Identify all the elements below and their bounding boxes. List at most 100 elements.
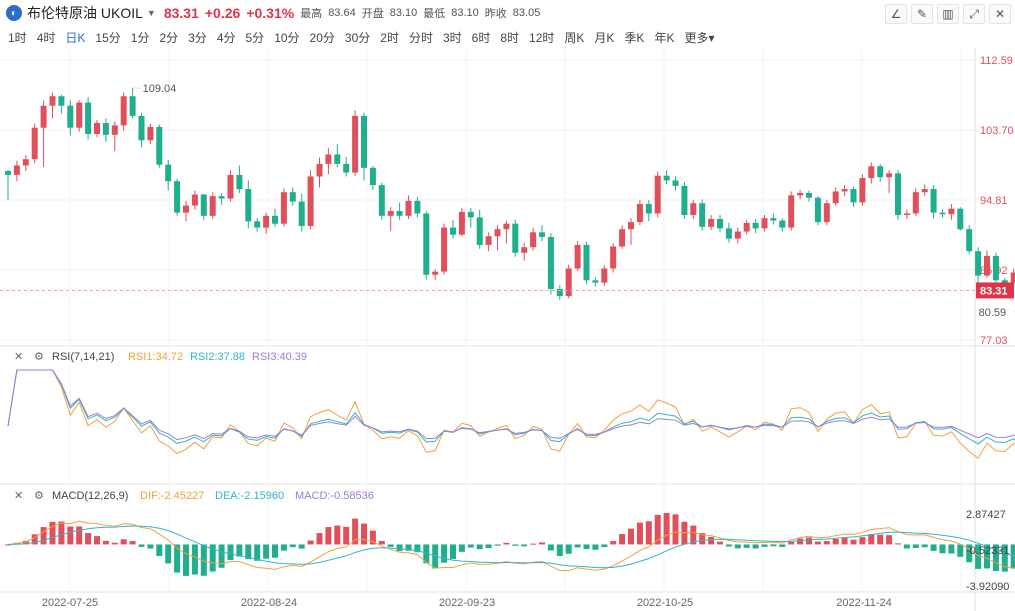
timeframe-tab[interactable]: 1分 (131, 29, 150, 46)
price-tick-label: 77.03 (980, 335, 1008, 347)
timeframe-tab[interactable]: 2时 (380, 29, 399, 46)
candle-body (574, 244, 581, 269)
indicator-icon[interactable]: ▥ (937, 4, 959, 24)
timeframe-tab[interactable]: 2分 (159, 29, 178, 46)
macd-bar (218, 544, 225, 568)
timeframe-tab[interactable]: 年K (654, 29, 674, 46)
timeframe-tab[interactable]: 周K (564, 29, 584, 46)
timeframe-bar: 1时 4时 日K 15分 1分 2分 3分 4分 5分 10分 20分 30分 2时 分时 3时 6时 8时 12… (0, 26, 724, 48)
timeframe-tab[interactable]: 季K (624, 29, 644, 46)
candle-body (218, 196, 225, 199)
macd-bar (574, 544, 581, 548)
macd-bar (191, 544, 198, 575)
candle-body (31, 127, 38, 160)
timeframe-tab[interactable]: 日K (65, 29, 85, 46)
candle-body (619, 229, 626, 247)
max-price-label: 109.04 (143, 83, 177, 95)
timeframe-tab[interactable]: 4时 (37, 29, 56, 46)
candle-body (672, 180, 679, 186)
candle-body (957, 208, 964, 230)
timeframe-tab[interactable]: 4分 (217, 29, 236, 46)
macd-bar (325, 527, 332, 545)
timeframe-tab[interactable]: 15分 (95, 29, 120, 46)
date-tick-label: 2022-11-24 (836, 597, 891, 609)
candle-body (788, 195, 795, 228)
symbol-name[interactable]: 布伦特原油 UKOIL (27, 3, 143, 23)
fullscreen-icon[interactable]: ⤢ (963, 4, 985, 24)
price-tick-label: 103.70 (980, 125, 1014, 137)
macd-bar (832, 539, 839, 545)
timeframe-tab[interactable]: 10分 (274, 29, 299, 46)
macd-bar (467, 544, 474, 548)
high-value: 83.64 (328, 7, 356, 19)
macd-bar (503, 542, 510, 545)
candle-body (912, 192, 919, 214)
date-tick-label: 2022-07-25 (42, 597, 98, 609)
timeframe-tab[interactable]: 3分 (188, 29, 207, 46)
candle-body (717, 218, 723, 229)
candle-body (174, 181, 181, 213)
candle-body (49, 96, 56, 106)
rsi-close-icon: ✕ (14, 351, 23, 363)
macd-bar (298, 544, 305, 549)
candle-body (432, 271, 439, 275)
pen-icon[interactable]: ✎ (911, 4, 933, 24)
candle-body (5, 170, 11, 175)
macd-settings-icon: ⚙ (34, 490, 44, 502)
timeframe-tab[interactable]: 20分 (310, 29, 335, 46)
close-icon[interactable]: ✕ (989, 4, 1011, 24)
candle-body (1001, 280, 1008, 283)
timeframe-tab[interactable]: 6时 (472, 29, 491, 46)
timeframe-tab[interactable]: 12时 (529, 29, 554, 46)
rsi-label: RSI(7,14,21) (52, 351, 114, 363)
macd-bar (725, 544, 732, 547)
macd-bar (102, 540, 109, 545)
candle-body (272, 215, 278, 224)
timeframe-tab[interactable]: 5分 (246, 29, 265, 46)
macd-bar (841, 537, 848, 545)
price-change: +0.26 (204, 5, 241, 21)
timeframe-tab[interactable]: 更多▾ (684, 29, 714, 46)
timeframe-tab[interactable]: 30分 (345, 29, 370, 46)
macd-bar (806, 537, 812, 545)
macd-bar (441, 544, 448, 563)
candle-body (681, 185, 688, 216)
candle-body (663, 175, 670, 181)
current-price-label: 83.31 (980, 285, 1008, 297)
macd-tick-label: 2.87427 (966, 509, 1006, 521)
timeframe-tab[interactable]: 分时 (409, 29, 433, 46)
candle-body (441, 227, 448, 272)
candle-body (539, 232, 545, 238)
macd-bar (530, 543, 537, 545)
macd-bar (129, 541, 136, 545)
candle-body (797, 192, 804, 196)
open-value: 83.10 (389, 7, 418, 19)
candle-body (423, 213, 430, 275)
candle-body (76, 102, 83, 128)
candle-body (378, 185, 385, 216)
candle-body (67, 105, 74, 128)
macd-bar (156, 544, 163, 557)
quote-header: ◐ 布伦特原油 UKOIL ▼ 83.31 +0.26 +0.31% 最高 83… (0, 0, 1015, 26)
candle-body (503, 223, 510, 230)
macd-bar (396, 544, 403, 552)
kline-chart[interactable]: 112.59103.7094.8185.9277.03109.0480.5983… (0, 48, 1015, 611)
rsi-settings-icon: ⚙ (34, 351, 44, 363)
macd-bar (183, 544, 189, 576)
timeframe-tab[interactable]: 8时 (500, 29, 519, 46)
timeframe-tab[interactable]: 3时 (443, 29, 462, 46)
timeframe-tab[interactable]: 月K (594, 29, 614, 46)
macd-bar (494, 544, 501, 546)
macd-bar (717, 541, 723, 545)
timeframe-tab[interactable]: 1时 (8, 29, 27, 46)
candle-body (485, 236, 492, 245)
macd-bar (272, 544, 278, 558)
candle-body (530, 232, 537, 248)
macd-bar (334, 525, 341, 545)
symbol-dropdown-icon[interactable]: ▼ (147, 8, 156, 18)
candle-body (895, 173, 901, 216)
draw-line-icon[interactable]: ∠ (885, 4, 907, 24)
candle-body (966, 229, 973, 252)
candle-body (975, 251, 982, 276)
candle-body (832, 191, 839, 204)
